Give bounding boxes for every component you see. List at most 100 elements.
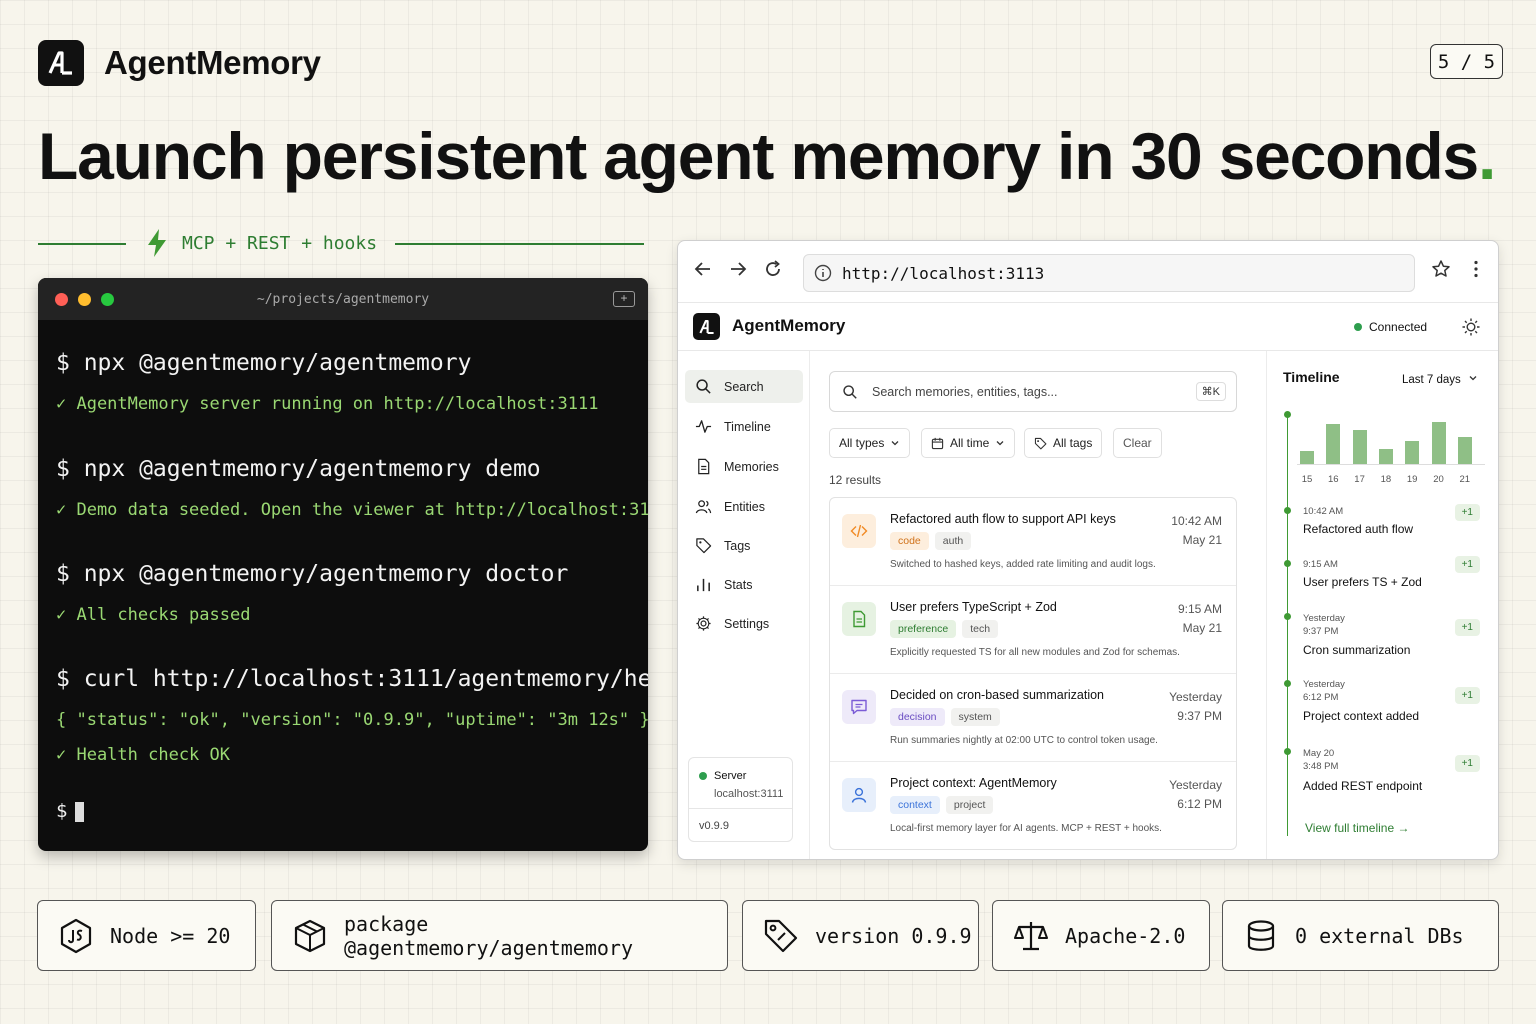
- search-icon: [843, 384, 857, 399]
- more-menu-icon[interactable]: [1466, 259, 1486, 285]
- result-tags: preference tech: [890, 620, 999, 638]
- sidebar-item-entities[interactable]: Entities: [685, 490, 803, 523]
- result-description: Switched to hashed keys, added rate limi…: [890, 559, 1156, 570]
- activity-bar[interactable]: [1326, 424, 1341, 464]
- back-icon[interactable]: [693, 259, 713, 285]
- theme-toggle-sun-icon[interactable]: [1461, 317, 1481, 342]
- activity-bar[interactable]: [1352, 430, 1367, 464]
- sidebar-item-memories[interactable]: Memories: [685, 450, 803, 483]
- terminal-title: ~/projects/agentmemory: [256, 292, 430, 307]
- result-tag[interactable]: decision: [890, 708, 945, 726]
- search-input[interactable]: Search memories, entities, tags... ⌘K: [829, 371, 1237, 412]
- server-status: Server: [699, 770, 746, 782]
- sidebar-item-stats[interactable]: Stats: [685, 568, 803, 601]
- filter-label: All tags: [1053, 436, 1093, 450]
- activity-bar[interactable]: [1431, 422, 1446, 464]
- app-header: AgentMemory Connected: [678, 302, 1498, 351]
- result-description: Explicitly requested TS for all new modu…: [890, 647, 1180, 658]
- sidebar-item-timeline[interactable]: Timeline: [685, 410, 803, 443]
- results-count: 12 results: [829, 473, 882, 487]
- sidebar-item-label: Settings: [724, 616, 770, 631]
- terminal-prompt[interactable]: $: [56, 800, 85, 822]
- server-status-box: Server localhost:3111 v0.9.9: [688, 757, 793, 842]
- timeline-panel: Timeline Last 7 days 15 16 17 18 19 20 21 10:4…: [1266, 351, 1498, 859]
- event-time: 9:15 AM: [1303, 559, 1338, 570]
- filter-type-dropdown[interactable]: All types: [829, 428, 911, 458]
- terminal-cursor: [75, 801, 85, 822]
- package-icon: [294, 919, 326, 952]
- event-title[interactable]: Cron summarization: [1303, 643, 1410, 657]
- event-count-badge: +1: [1454, 504, 1480, 521]
- file-icon: [842, 602, 876, 636]
- sidebar-item-tags[interactable]: Tags: [685, 529, 803, 562]
- result-time: 9:15 AM: [1177, 602, 1222, 616]
- app-logo-icon: [698, 319, 714, 334]
- result-timestamp: 10:42 AM May 21: [1171, 512, 1222, 550]
- event-count-badge: +1: [1454, 619, 1480, 636]
- sidebar-item-label: Tags: [724, 538, 751, 553]
- result-date: May 21: [1182, 533, 1222, 547]
- page-counter: 5 / 5: [1430, 44, 1503, 79]
- event-count-badge: +1: [1454, 687, 1480, 704]
- activity-bar[interactable]: [1457, 437, 1472, 464]
- brand-logo-icon: [48, 51, 72, 75]
- result-time: Yesterday: [1169, 690, 1222, 704]
- sidebar-item-settings[interactable]: Settings: [685, 607, 803, 640]
- filter-tags-dropdown[interactable]: All tags: [1024, 428, 1103, 458]
- clear-filters-button[interactable]: Clear: [1113, 428, 1162, 458]
- result-tag[interactable]: project: [945, 796, 994, 814]
- badge-label: Apache-2.0: [1065, 923, 1186, 948]
- result-card[interactable]: Decided on cron-based summarization deci…: [830, 674, 1236, 762]
- event-title[interactable]: Added REST endpoint: [1303, 779, 1422, 793]
- result-time: 10:42 AM: [1171, 514, 1222, 528]
- bookmark-star-icon[interactable]: [1431, 259, 1451, 285]
- event-title[interactable]: User prefers TS + Zod: [1303, 575, 1422, 589]
- badge-external-dbs: 0 external DBs: [1222, 900, 1499, 971]
- sidebar-item-search[interactable]: Search: [685, 370, 803, 403]
- result-time: Yesterday: [1169, 778, 1222, 792]
- server-host: localhost:3111: [714, 788, 784, 800]
- badge-label: Node >= 20: [110, 923, 231, 948]
- result-card[interactable]: Refactored auth flow to support API keys…: [830, 498, 1236, 586]
- forward-icon[interactable]: [728, 259, 748, 285]
- headline: Launch persistent agent memory in 30 sec…: [38, 118, 1496, 194]
- result-timestamp: 9:15 AM May 21: [1178, 600, 1222, 638]
- result-title: User prefers TypeScript + Zod: [890, 600, 1057, 614]
- result-tag[interactable]: context: [890, 796, 940, 814]
- event-title[interactable]: Refactored auth flow: [1303, 522, 1413, 536]
- nodejs-icon: [60, 918, 92, 953]
- result-card[interactable]: Project context: AgentMemory context pro…: [830, 762, 1236, 849]
- event-count-badge: +1: [1454, 556, 1480, 573]
- timeline-event-dot: [1284, 507, 1291, 514]
- info-icon[interactable]: [814, 264, 832, 282]
- users-icon: [695, 500, 712, 514]
- terminal-line: $ npx @agentmemory/agentmemory doctor: [56, 561, 569, 587]
- result-tag[interactable]: system: [950, 708, 1000, 726]
- filter-time-dropdown[interactable]: All time: [921, 428, 1016, 458]
- activity-bar[interactable]: [1300, 451, 1314, 464]
- view-full-timeline-link[interactable]: View full timeline →: [1305, 821, 1409, 835]
- divider-line-left: [38, 243, 126, 245]
- filter-label: All time: [950, 436, 990, 450]
- new-tab-button[interactable]: +: [613, 291, 635, 307]
- results-list: Refactored auth flow to support API keys…: [829, 497, 1237, 850]
- terminal-window: ~/projects/agentmemory + $ npx @agentmem…: [38, 278, 648, 851]
- result-tag[interactable]: tech: [962, 620, 999, 638]
- app-name: AgentMemory: [732, 316, 846, 335]
- result-tag[interactable]: preference: [890, 620, 957, 638]
- result-tag[interactable]: auth: [934, 532, 972, 550]
- activity-bar[interactable]: [1378, 449, 1393, 464]
- result-date: May 21: [1182, 621, 1222, 635]
- status-dot: [1354, 323, 1362, 331]
- event-count-badge: +1: [1454, 755, 1480, 772]
- result-tag[interactable]: code: [890, 532, 929, 550]
- user-icon: [842, 778, 876, 812]
- sidebar-item-label: Memories: [724, 459, 779, 474]
- result-card[interactable]: User prefers TypeScript + Zod preference…: [830, 586, 1236, 674]
- reload-icon[interactable]: [763, 259, 783, 285]
- badge-label: version 0.9.9: [815, 923, 972, 948]
- event-title[interactable]: Project context added: [1303, 709, 1419, 723]
- activity-bar[interactable]: [1405, 441, 1420, 464]
- address-bar[interactable]: http://localhost:3113: [803, 254, 1415, 292]
- activity-day-label: 20: [1433, 474, 1444, 485]
